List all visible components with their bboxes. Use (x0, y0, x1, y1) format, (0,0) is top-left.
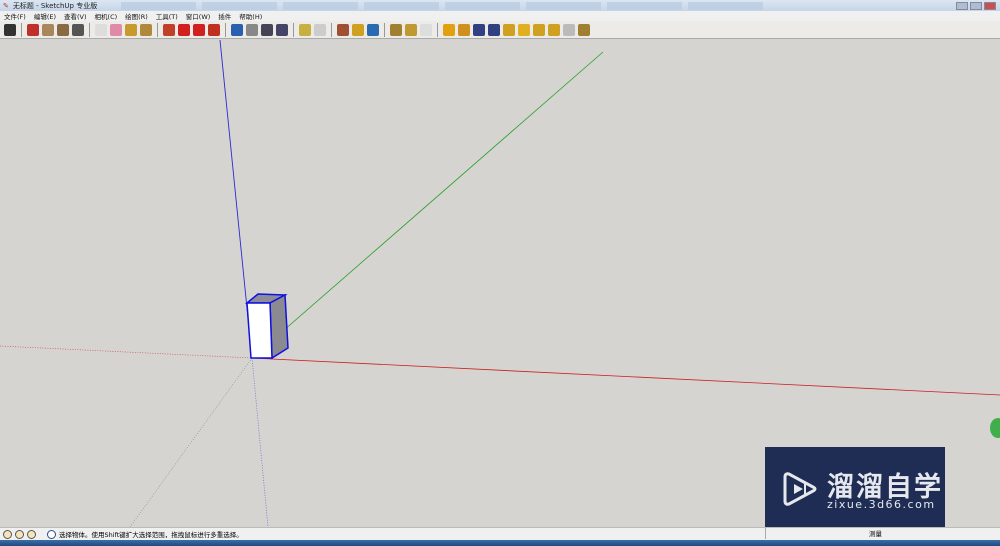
y-axis-negative (129, 357, 253, 527)
x-axis (251, 357, 1000, 396)
toolbar-separator (384, 22, 385, 37)
x-axis-negative (0, 345, 253, 359)
box-side-face (269, 293, 289, 360)
sandbox-stamp-icon[interactable] (488, 23, 500, 36)
status-hint: 选择物体。使用Shift键扩大选择范围，拖拽鼠标进行多重选择。 (59, 531, 243, 539)
toolbar-separator (89, 22, 90, 37)
sketchup-app-icon: ✎ (3, 1, 9, 10)
section-plane-icon[interactable] (352, 23, 364, 36)
components-icon[interactable] (390, 23, 402, 36)
play-logo-icon (783, 472, 817, 506)
sandbox-icon[interactable] (443, 23, 455, 36)
sandbox-edge-icon[interactable] (578, 23, 590, 36)
zoom-extents-icon[interactable] (276, 23, 288, 36)
orbit-icon[interactable] (231, 23, 243, 36)
pan-icon[interactable] (246, 23, 258, 36)
menu-tools[interactable]: 工具(T) (156, 11, 178, 21)
close-button[interactable] (984, 1, 996, 10)
rectangle-icon[interactable] (42, 23, 54, 36)
user-icon[interactable] (27, 529, 36, 539)
minimize-button[interactable] (956, 1, 968, 10)
follow-me-icon[interactable] (208, 23, 220, 36)
get-models-icon[interactable] (337, 23, 349, 36)
menu-window[interactable]: 窗口(W) (186, 11, 211, 21)
eraser-icon[interactable] (110, 23, 122, 36)
arc-icon[interactable] (72, 23, 84, 36)
make-component-icon[interactable] (95, 23, 107, 36)
floating-green-button[interactable] (990, 418, 1000, 438)
measure-label: 测量 (869, 530, 882, 538)
sandbox-scratch-icon[interactable] (458, 23, 470, 36)
push-pull-icon[interactable] (163, 23, 175, 36)
share-model-icon[interactable] (314, 23, 326, 36)
sandbox-add-icon[interactable] (548, 23, 560, 36)
help-icon[interactable] (47, 529, 56, 539)
y-axis (251, 51, 604, 359)
watermark-url: zixue.3d66.com (827, 498, 936, 511)
tape-measure-icon[interactable] (125, 23, 137, 36)
sandbox-drape-icon[interactable] (503, 23, 515, 36)
move-icon[interactable] (178, 23, 190, 36)
maximize-button[interactable] (970, 1, 982, 10)
menu-help[interactable]: 帮助(H) (239, 11, 262, 21)
z-axis-negative (251, 357, 269, 527)
menu-camera[interactable]: 相机(C) (95, 11, 118, 21)
toolbar-separator (225, 22, 226, 37)
menu-plugins[interactable]: 插件 (218, 11, 231, 21)
sandbox-detail-icon[interactable] (518, 23, 530, 36)
paint-bucket-icon[interactable] (140, 23, 152, 36)
geo-location-icon[interactable] (3, 529, 12, 539)
toolbar-separator (21, 22, 22, 37)
toolbar (0, 21, 1000, 39)
3d-warehouse-icon[interactable] (299, 23, 311, 36)
title-bar: ✎ 无标题 - SketchUp 专业版 (0, 0, 1000, 11)
toolbar-separator (157, 22, 158, 37)
rotate-icon[interactable] (193, 23, 205, 36)
sandbox-flip-icon[interactable] (533, 23, 545, 36)
background-tabs (121, 1, 952, 10)
zoom-icon[interactable] (261, 23, 273, 36)
materials-icon[interactable] (405, 23, 417, 36)
toolbar-separator (293, 22, 294, 37)
menu-file[interactable]: 文件(F) (4, 11, 26, 21)
toolbar-separator (331, 22, 332, 37)
menu-draw[interactable]: 绘图(R) (125, 11, 148, 21)
sandbox-point-icon[interactable] (563, 23, 575, 36)
toolbar-separator (437, 22, 438, 37)
sandbox-smoove-icon[interactable] (473, 23, 485, 36)
circle-icon[interactable] (57, 23, 69, 36)
taskbar (0, 540, 1000, 546)
selected-box[interactable] (244, 293, 289, 360)
box-front-face (246, 302, 273, 359)
menu-edit[interactable]: 编辑(E) (34, 11, 56, 21)
measurements-box[interactable]: 测量 (765, 528, 965, 539)
styles-icon[interactable] (420, 23, 432, 36)
pencil-icon[interactable] (27, 23, 39, 36)
menu-view[interactable]: 查看(V) (64, 11, 87, 21)
credits-icon[interactable] (15, 529, 24, 539)
window-title: 无标题 - SketchUp 专业版 (12, 1, 98, 10)
menu-bar: 文件(F) 编辑(E) 查看(V) 相机(C) 绘图(R) 工具(T) 窗口(W… (0, 11, 1000, 21)
watermark-logo: 溜溜自学 zixue.3d66.com (765, 447, 945, 532)
select-icon[interactable] (4, 23, 16, 36)
google-earth-icon[interactable] (367, 23, 379, 36)
